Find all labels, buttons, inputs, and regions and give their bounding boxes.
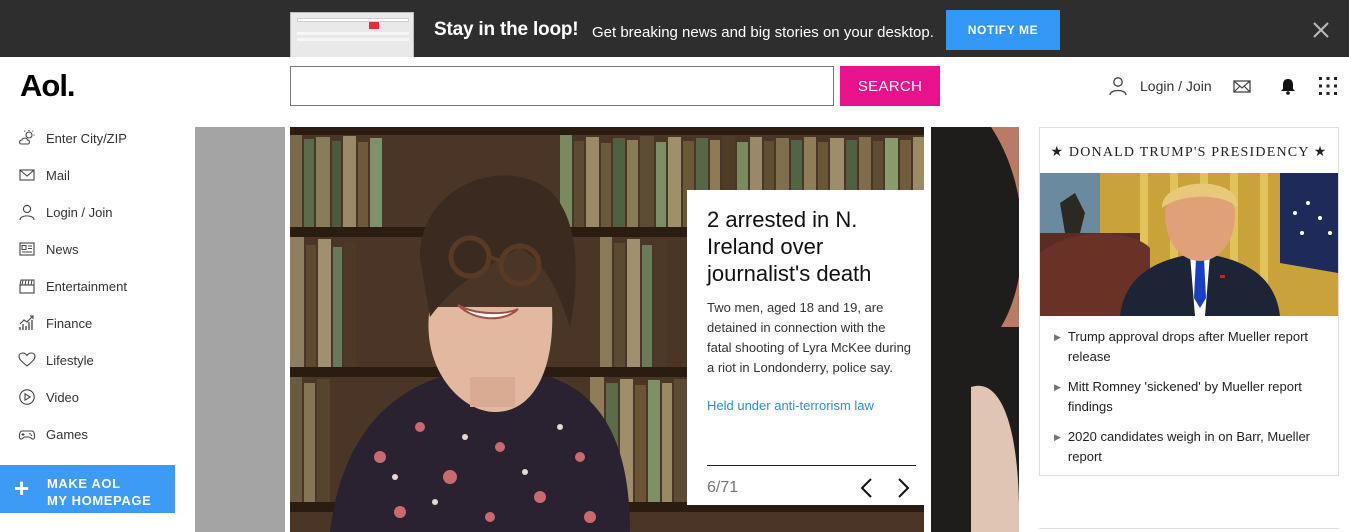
list-item[interactable]: ▶ Trump approval drops after Mueller rep… <box>1054 327 1334 367</box>
story-link[interactable]: Trump approval drops after Mueller repor… <box>1068 327 1334 367</box>
notification-banner: Stay in the loop! Get breaking news and … <box>0 0 1349 57</box>
sidebar-item-login[interactable]: Login / Join <box>18 202 113 222</box>
close-icon[interactable] <box>1311 20 1331 40</box>
finance-icon <box>19 315 34 330</box>
user-icon <box>1109 77 1127 96</box>
banner-text: Get breaking news and big stories on you… <box>592 24 934 41</box>
triangle-bullet-icon: ▶ <box>1054 382 1061 392</box>
sidebar-item-lifestyle[interactable]: Lifestyle <box>18 350 94 370</box>
gamepad-icon <box>18 430 36 440</box>
list-item[interactable]: ▶ Mitt Romney 'sickened' by Mueller repo… <box>1054 377 1334 417</box>
story-link[interactable]: 2020 candidates weigh in on Barr, Muelle… <box>1068 427 1334 467</box>
sidebar-item-mail[interactable]: Mail <box>18 165 70 185</box>
play-icon <box>19 389 35 405</box>
plus-icon: + <box>14 473 30 503</box>
apps-grid-icon[interactable] <box>1318 76 1338 96</box>
sidebar-item-weather[interactable]: Enter City/ZIP <box>18 128 127 148</box>
clapper-icon <box>19 279 35 294</box>
trump-presidency-module: ★ DONALD TRUMP'S PRESIDENCY ★ ▶ Trump ap… <box>1039 127 1339 476</box>
make-aol-homepage-button[interactable]: + MAKE AOL MY HOMEPAGE <box>0 465 175 513</box>
news-icon <box>19 242 35 256</box>
sidebar-item-label: Entertainment <box>46 278 127 294</box>
story-link[interactable]: Mitt Romney 'sickened' by Mueller report… <box>1068 377 1334 417</box>
triangle-bullet-icon: ▶ <box>1054 332 1061 342</box>
sidebar-item-label: Login / Join <box>46 204 113 220</box>
user-icon <box>19 204 35 221</box>
slide-counter: 6/71 <box>707 479 739 496</box>
make-home-line2: MY HOMEPAGE <box>47 493 152 508</box>
sidebar-item-label: Games <box>46 426 88 442</box>
carousel-caption: 2 arrested in N. Ireland over journalist… <box>687 190 924 505</box>
mail-icon[interactable] <box>1232 76 1252 96</box>
list-item[interactable]: ▶ 2020 candidates weigh in on Barr, Muel… <box>1054 427 1334 467</box>
chevron-right-icon[interactable] <box>894 476 912 500</box>
aol-logo[interactable]: Aol. <box>20 68 76 104</box>
sidebar-item-label: Enter City/ZIP <box>46 130 127 146</box>
next-module-edge <box>1039 528 1339 532</box>
sidebar-item-label: News <box>46 241 79 257</box>
headline[interactable]: 2 arrested in N. Ireland over journalist… <box>707 206 912 287</box>
chevron-left-icon[interactable] <box>858 476 876 500</box>
sidebar-item-finance[interactable]: Finance <box>18 313 92 333</box>
mail-icon <box>19 169 35 181</box>
related-link[interactable]: Held under anti-terrorism law <box>707 398 874 413</box>
search-button[interactable]: SEARCH <box>840 66 940 106</box>
sidebar-item-news[interactable]: News <box>18 239 79 259</box>
sidebar-item-entertainment[interactable]: Entertainment <box>18 276 127 296</box>
story-summary: Two men, aged 18 and 19, are detained in… <box>707 300 912 375</box>
weather-icon <box>19 130 35 145</box>
sidebar-item-label: Finance <box>46 315 93 331</box>
sidebar-item-label: Mail <box>46 167 70 183</box>
login-label: Login / Join <box>1140 78 1212 94</box>
header-login-link[interactable]: Login / Join <box>1108 76 1212 96</box>
notify-me-button[interactable]: NOTIFY ME <box>946 10 1060 50</box>
carousel-next-slide[interactable] <box>931 127 1019 532</box>
search-input[interactable] <box>290 66 834 106</box>
carousel-previous-slide[interactable] <box>195 127 285 532</box>
next-slide-photo <box>931 127 1019 532</box>
heart-icon <box>18 352 36 367</box>
divider <box>707 465 916 466</box>
bell-icon[interactable] <box>1278 76 1298 96</box>
module-title[interactable]: ★ DONALD TRUMP'S PRESIDENCY ★ <box>1040 144 1338 161</box>
banner-preview-image <box>290 12 414 57</box>
make-home-line1: MAKE AOL <box>47 476 121 491</box>
module-image[interactable] <box>1040 173 1338 316</box>
sidebar-item-label: Video <box>46 389 80 405</box>
sidebar-item-label: Lifestyle <box>46 352 94 368</box>
triangle-bullet-icon: ▶ <box>1054 432 1061 442</box>
sidebar-item-games[interactable]: Games <box>18 424 88 444</box>
oval-office-photo <box>1040 173 1338 316</box>
sidebar-item-video[interactable]: Video <box>18 387 79 407</box>
banner-title: Stay in the loop! <box>434 19 579 40</box>
